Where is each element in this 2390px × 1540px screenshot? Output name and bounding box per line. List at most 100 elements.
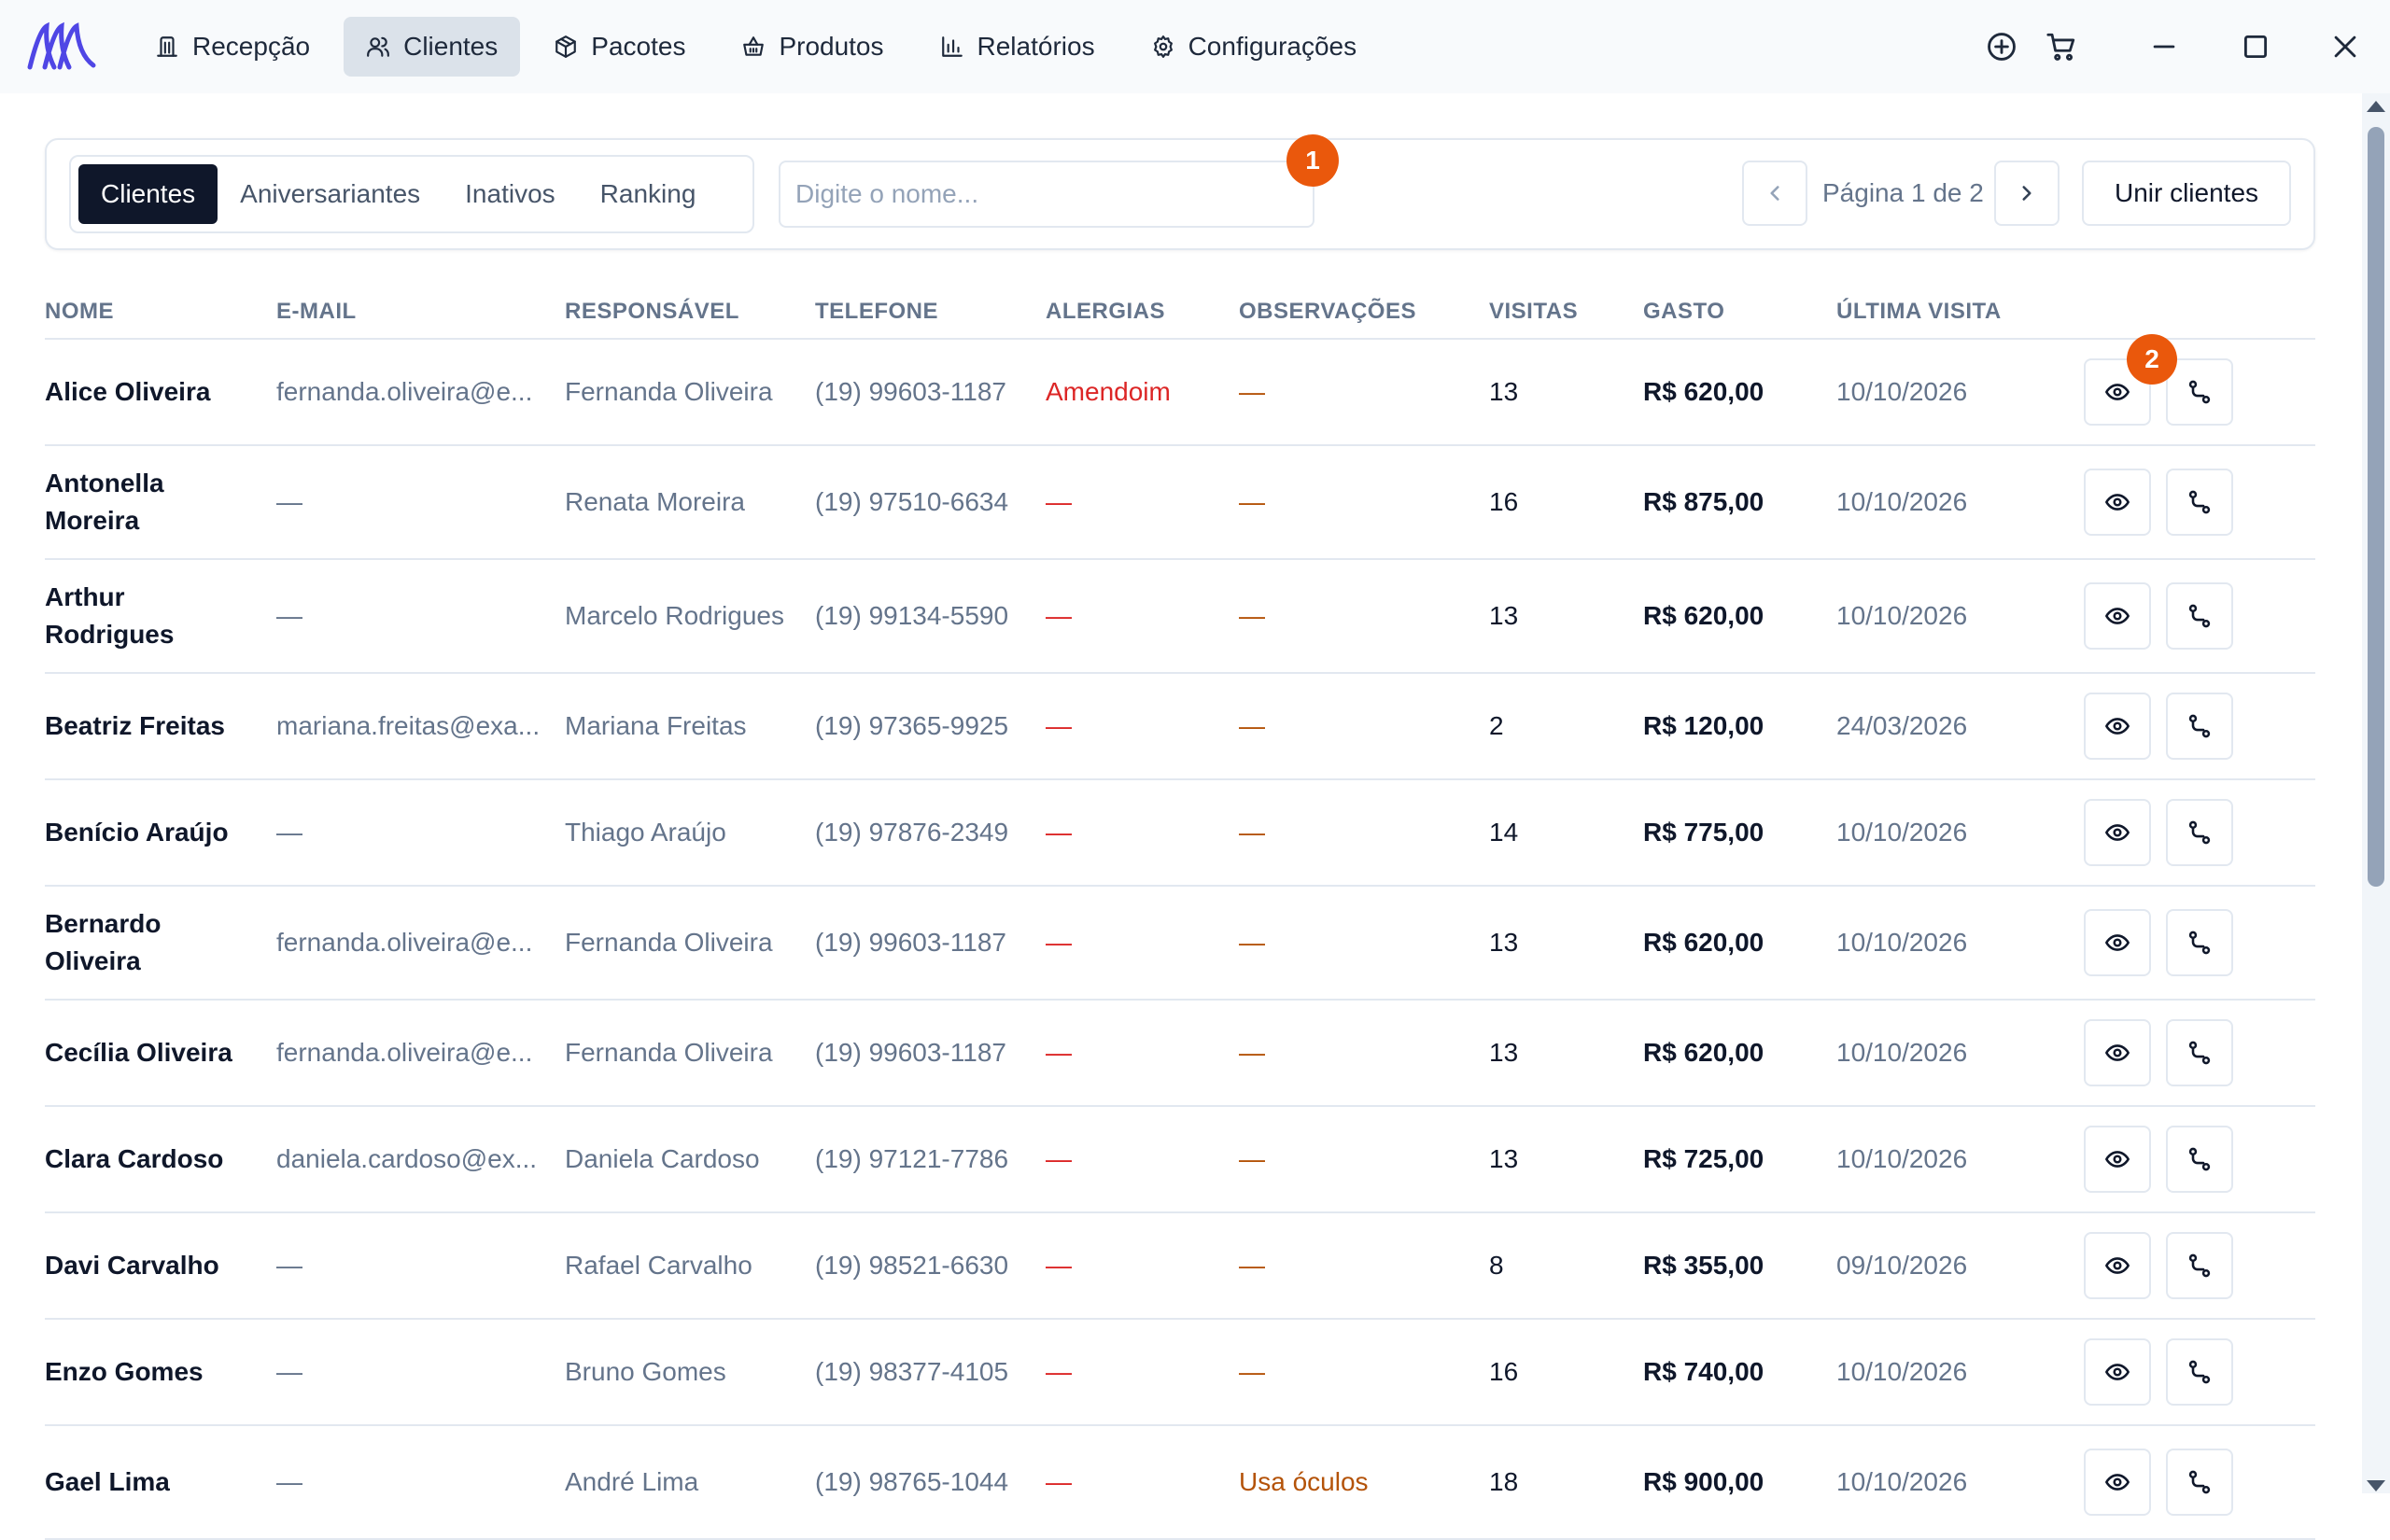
previous-page-button[interactable] [1742, 161, 1807, 226]
view-client-button[interactable] [2084, 799, 2151, 866]
view-client-button[interactable] [2084, 1019, 2151, 1086]
client-email: — [276, 1320, 547, 1424]
table-row[interactable]: Benício Araújo — Thiago Araújo (19) 97876-2… [45, 780, 2315, 887]
column-header-responsavel[interactable]: RESPONSÁVEL [565, 299, 739, 325]
client-spent: R$ 775,00 [1643, 818, 1764, 847]
client-history-button[interactable] [2166, 358, 2233, 426]
scroll-down-arrow[interactable] [2367, 1480, 2385, 1491]
tab-clientes[interactable]: Clientes [78, 164, 218, 224]
client-history-button[interactable] [2166, 693, 2233, 760]
client-last-visit: 10/10/2026 [1836, 1357, 1968, 1386]
view-client-button[interactable] [2084, 1449, 2151, 1516]
client-allergies: — [1046, 601, 1072, 630]
scroll-up-arrow[interactable] [2367, 101, 2385, 112]
view-client-button[interactable] [2084, 1126, 2151, 1193]
view-client-button[interactable] [2084, 582, 2151, 650]
client-email: fernanda.oliveira@e... [276, 1001, 547, 1105]
table-row[interactable]: Beatriz Freitas mariana.freitas@exa... Mar… [45, 674, 2315, 780]
cart-button[interactable] [2043, 28, 2080, 65]
column-header-observacoes[interactable]: OBSERVAÇÕES [1239, 299, 1416, 325]
nav-item-pacotes[interactable]: Pacotes [531, 17, 708, 77]
column-header-telefone[interactable]: TELEFONE [815, 299, 938, 325]
column-header-alergias[interactable]: ALERGIAS [1046, 299, 1165, 325]
client-visits: 13 [1489, 1144, 1519, 1173]
client-visits: 13 [1489, 601, 1519, 630]
table-row[interactable]: Bernardo Oliveira fernanda.oliveira@e... F… [45, 887, 2315, 1001]
client-last-visit: 10/10/2026 [1836, 1467, 1968, 1496]
client-phone: (19) 97510-6634 [815, 487, 1009, 516]
tab-aniversariantes[interactable]: Aniversariantes [218, 164, 443, 224]
view-client-button[interactable] [2084, 469, 2151, 536]
scrollbar-thumb[interactable] [2368, 127, 2384, 887]
table-row[interactable]: Arthur Rodrigues — Marcelo Rodrigues (19) 9… [45, 560, 2315, 674]
route-icon [2188, 1253, 2211, 1278]
client-history-button[interactable] [2166, 1338, 2233, 1406]
search-input[interactable] [779, 161, 1314, 228]
client-email: daniela.cardoso@ex... [276, 1107, 547, 1211]
view-client-button[interactable] [2084, 1232, 2151, 1299]
tab-inativos[interactable]: Inativos [443, 164, 578, 224]
client-spent: R$ 355,00 [1643, 1251, 1764, 1280]
client-spent: R$ 900,00 [1643, 1467, 1764, 1496]
column-header-gasto[interactable]: GASTO [1643, 299, 1724, 325]
nav-item-produtos[interactable]: Produtos [719, 17, 906, 77]
client-notes: — [1239, 711, 1265, 740]
table-row[interactable]: Alice Oliveira fernanda.oliveira@e... Fern… [45, 340, 2315, 446]
client-responsible: Rafael Carvalho [565, 1251, 752, 1280]
client-history-button[interactable] [2166, 909, 2233, 976]
client-history-button[interactable] [2166, 469, 2233, 536]
route-icon [2188, 380, 2211, 404]
client-last-visit: 09/10/2026 [1836, 1251, 1968, 1280]
view-client-button[interactable] [2084, 1338, 2151, 1406]
view-client-button[interactable] [2084, 909, 2151, 976]
next-page-button[interactable] [1994, 161, 2060, 226]
client-name: Cecília Oliveira [45, 1001, 250, 1105]
client-allergies: Amendoim [1046, 377, 1171, 406]
eye-icon [2105, 494, 2130, 511]
client-notes: Usa óculos [1239, 1467, 1369, 1496]
client-history-button[interactable] [2166, 1232, 2233, 1299]
view-client-button[interactable] [2084, 693, 2151, 760]
client-history-button[interactable] [2166, 799, 2233, 866]
nav-item-recepcao[interactable]: Recepção [133, 17, 332, 77]
table-row[interactable]: Antonella Moreira — Renata Moreira (19) 975… [45, 446, 2315, 560]
client-name: Alice Oliveira [45, 340, 250, 444]
nav-item-clientes[interactable]: Clientes [344, 17, 521, 77]
client-history-button[interactable] [2166, 1019, 2233, 1086]
nav-item-configuracoes[interactable]: Configurações [1129, 17, 1380, 77]
column-header-email[interactable]: E-MAIL [276, 299, 357, 325]
client-allergies: — [1046, 1467, 1072, 1496]
column-header-visitas[interactable]: VISITAS [1489, 299, 1578, 325]
client-history-button[interactable] [2166, 582, 2233, 650]
table-row[interactable]: Enzo Gomes — Bruno Gomes (19) 98377-4105 — — 1… [45, 1320, 2315, 1426]
main-nav: Recepção Clientes Pacotes Produtos Relat… [133, 17, 1379, 77]
tab-ranking[interactable]: Ranking [578, 164, 719, 224]
table-row[interactable]: Cecília Oliveira fernanda.oliveira@e... Fe… [45, 1001, 2315, 1107]
client-visits: 16 [1489, 1357, 1519, 1386]
minimize-button[interactable] [2145, 28, 2183, 65]
close-button[interactable] [2327, 28, 2364, 65]
table-row[interactable]: Davi Carvalho — Rafael Carvalho (19) 98521-… [45, 1213, 2315, 1320]
column-header-ultima-visita[interactable]: ÚLTIMA VISITA [1836, 299, 2002, 325]
add-button[interactable] [1983, 28, 2020, 65]
client-responsible: Thiago Araújo [565, 818, 726, 847]
column-header-nome[interactable]: NOME [45, 299, 114, 325]
merge-clients-button[interactable]: Unir clientes [2082, 161, 2291, 226]
clients-table: NOME E-MAIL RESPONSÁVEL TELEFONE ALERGIA… [45, 278, 2315, 1540]
top-bar: Recepção Clientes Pacotes Produtos Relat… [0, 0, 2390, 93]
maximize-button[interactable] [2237, 28, 2274, 65]
table-row[interactable]: Gael Lima — André Lima (19) 98765-1044 — Usa … [45, 1426, 2315, 1540]
chevron-left-icon [1770, 186, 1779, 201]
eye-icon [2105, 1257, 2130, 1274]
client-email-text: — [276, 487, 302, 516]
eye-icon [2105, 608, 2130, 624]
eye-icon [2105, 718, 2130, 735]
client-history-button[interactable] [2166, 1449, 2233, 1516]
client-history-button[interactable] [2166, 1126, 2233, 1193]
nav-label: Relatórios [977, 32, 1095, 61]
client-email-text: fernanda.oliveira@e... [276, 377, 533, 406]
nav-item-relatorios[interactable]: Relatórios [918, 17, 1118, 77]
client-name-text: Beatriz Freitas [45, 711, 225, 740]
table-row[interactable]: Clara Cardoso daniela.cardoso@ex... Daniel… [45, 1107, 2315, 1213]
client-visits: 16 [1489, 487, 1519, 516]
